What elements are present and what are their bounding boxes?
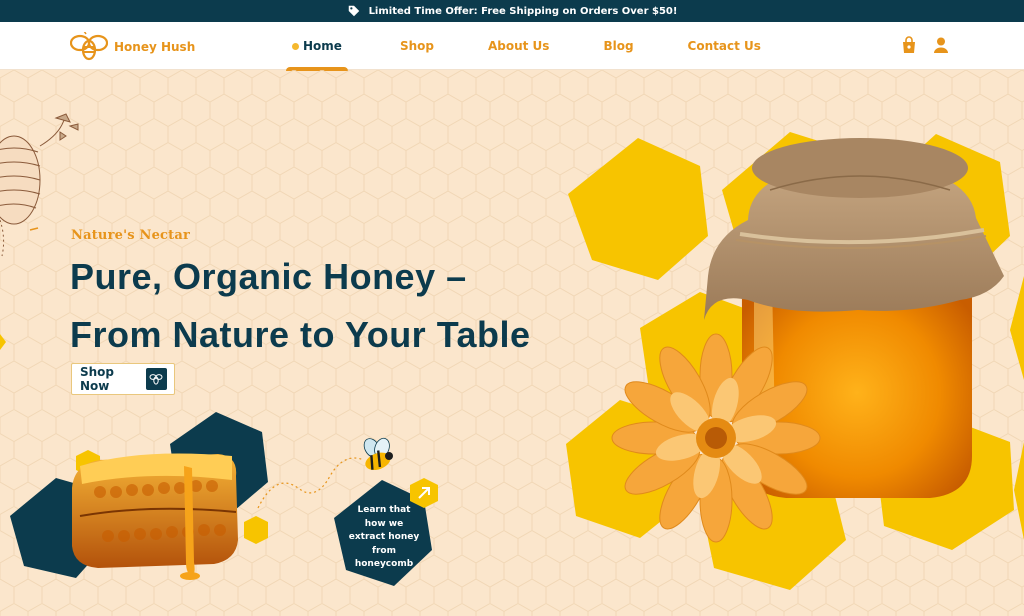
nav-icons xyxy=(900,36,950,54)
announcement-bar: Limited Time Offer: Free Shipping on Ord… xyxy=(0,0,1024,22)
hero-title-line-2: From Nature to Your Table xyxy=(70,314,531,355)
bee-icon xyxy=(145,368,167,390)
learn-line: how we xyxy=(364,518,404,529)
learn-line: honeycomb xyxy=(354,559,414,569)
nav-item-label: Shop xyxy=(399,39,434,53)
nav-item-shop[interactable]: Shop xyxy=(400,22,434,70)
shopping-bag-icon[interactable] xyxy=(900,36,918,54)
active-dot-icon xyxy=(292,42,299,50)
learn-line: extract honey xyxy=(348,532,420,542)
learn-line: Learn that xyxy=(357,505,411,515)
hero-title-line-1: Pure, Organic Honey – xyxy=(70,256,467,297)
nav-item-label: Blog xyxy=(603,39,634,53)
hero-section: Nature's Nectar Pure, Organic Honey – Fr… xyxy=(0,70,1024,616)
nav-menu: Home Shop About Us Blog Contact Us xyxy=(286,22,809,71)
nav-item-about-us[interactable]: About Us xyxy=(488,22,549,70)
nav-item-blog[interactable]: Blog xyxy=(603,22,633,70)
nav-item-contact-us[interactable]: Contact Us xyxy=(688,22,761,70)
nav-item-home[interactable]: Home xyxy=(286,22,348,71)
tag-icon xyxy=(348,5,359,17)
nav-item-label: About Us xyxy=(487,39,550,53)
learn-line: from xyxy=(372,545,396,556)
learn-extraction-link[interactable]: Learn that how we extract honey from hon… xyxy=(348,504,420,572)
nav-item-label: Home xyxy=(303,39,342,53)
bee-logo-icon xyxy=(70,32,108,61)
main-nav: Honey Hush Home Shop About Us Blog Conta… xyxy=(0,22,1024,71)
hero-title: Pure, Organic Honey – From Nature to You… xyxy=(70,248,531,364)
brand-name: Honey Hush xyxy=(114,40,196,54)
honeycomb-image xyxy=(72,453,238,580)
shop-now-label: Shop Now xyxy=(80,365,115,393)
hero-eyebrow: Nature's Nectar xyxy=(71,228,191,243)
announcement-text: Limited Time Offer: Free Shipping on Ord… xyxy=(368,5,678,17)
nav-item-label: Contact Us xyxy=(687,39,761,53)
user-icon[interactable] xyxy=(932,36,950,54)
brand-logo[interactable]: Honey Hush xyxy=(70,32,195,62)
shop-now-button[interactable]: Shop Now xyxy=(71,363,175,395)
